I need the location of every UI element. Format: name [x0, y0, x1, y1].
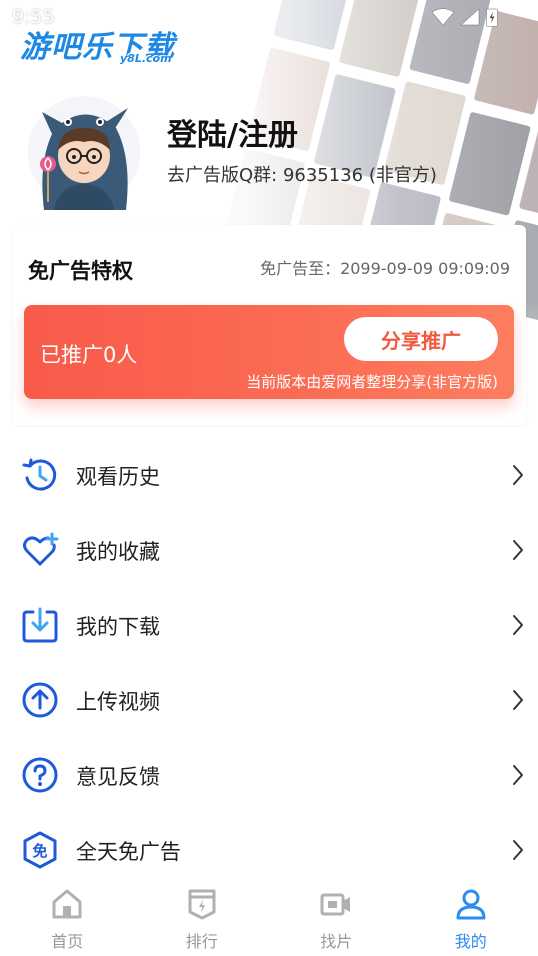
menu-label: 我的收藏 [76, 540, 160, 564]
tab-find-video[interactable]: 找片 [269, 882, 404, 956]
ranking-icon [188, 889, 216, 920]
battery-icon [486, 7, 498, 27]
menu-item-feedback[interactable]: 意见反馈 [0, 738, 538, 813]
menu-item-watch-history[interactable]: 观看历史 [0, 438, 538, 513]
chevron-right-icon [513, 765, 523, 785]
menu-label: 我的下载 [76, 615, 160, 639]
upload-icon [22, 682, 58, 718]
menu-label: 上传视频 [76, 690, 160, 714]
vip-card: 免广告特权 免广告至：2099-09-09 09:09:09 已推广0人 分享推… [12, 225, 526, 425]
home-icon [52, 889, 82, 919]
chevron-right-icon [513, 465, 523, 485]
watermark-url: y8L.com [120, 52, 172, 65]
help-question-icon [22, 757, 58, 793]
bottom-tab-bar: 首页 排行 找片 我的 [0, 882, 538, 956]
svg-text:免: 免 [32, 842, 47, 860]
menu-label: 意见反馈 [76, 765, 160, 789]
menu-list: 观看历史 我的收藏 我的下载 上传视频 意见反馈 免 全天免广告 [0, 438, 538, 888]
menu-item-upload-video[interactable]: 上传视频 [0, 663, 538, 738]
login-register-title[interactable]: 登陆/注册 [167, 110, 298, 154]
chevron-right-icon [513, 690, 523, 710]
menu-item-favorites[interactable]: 我的收藏 [0, 513, 538, 588]
qq-group-text: 去广告版Q群: 9635136 (非官方) [167, 165, 437, 186]
chevron-right-icon [513, 840, 523, 860]
avatar[interactable] [24, 90, 144, 210]
wifi-icon [432, 8, 454, 26]
promo-count: 已推广0人 [40, 343, 138, 367]
video-camera-icon [320, 893, 351, 916]
tab-label: 首页 [51, 932, 84, 951]
vip-title: 免广告特权 [28, 259, 133, 283]
share-promote-button[interactable]: 分享推广 [344, 317, 498, 361]
tab-label: 排行 [185, 932, 218, 951]
signal-icon [460, 8, 480, 26]
menu-label: 观看历史 [76, 465, 160, 489]
vip-expire-date: 免广告至：2099-09-09 09:09:09 [260, 259, 510, 278]
tab-ranking[interactable]: 排行 [135, 882, 270, 956]
favorite-heart-icon [23, 532, 59, 566]
promo-note: 当前版本由爱网者整理分享(非官方版) [246, 373, 498, 391]
promo-banner: 已推广0人 分享推广 当前版本由爱网者整理分享(非官方版) [24, 305, 514, 399]
tab-label: 我的 [454, 932, 487, 951]
chevron-right-icon [513, 540, 523, 560]
history-icon [22, 458, 57, 491]
menu-label: 全天免广告 [76, 840, 181, 864]
tab-label: 找片 [320, 932, 353, 951]
ad-free-badge-icon: 免 [23, 831, 57, 869]
status-icons [432, 7, 498, 27]
user-icon [456, 889, 486, 920]
download-icon [22, 607, 58, 643]
tab-home[interactable]: 首页 [0, 882, 135, 956]
menu-item-downloads[interactable]: 我的下载 [0, 588, 538, 663]
chevron-right-icon [513, 615, 523, 635]
menu-item-ad-free[interactable]: 免 全天免广告 [0, 813, 538, 888]
tab-mine[interactable]: 我的 [404, 882, 538, 956]
